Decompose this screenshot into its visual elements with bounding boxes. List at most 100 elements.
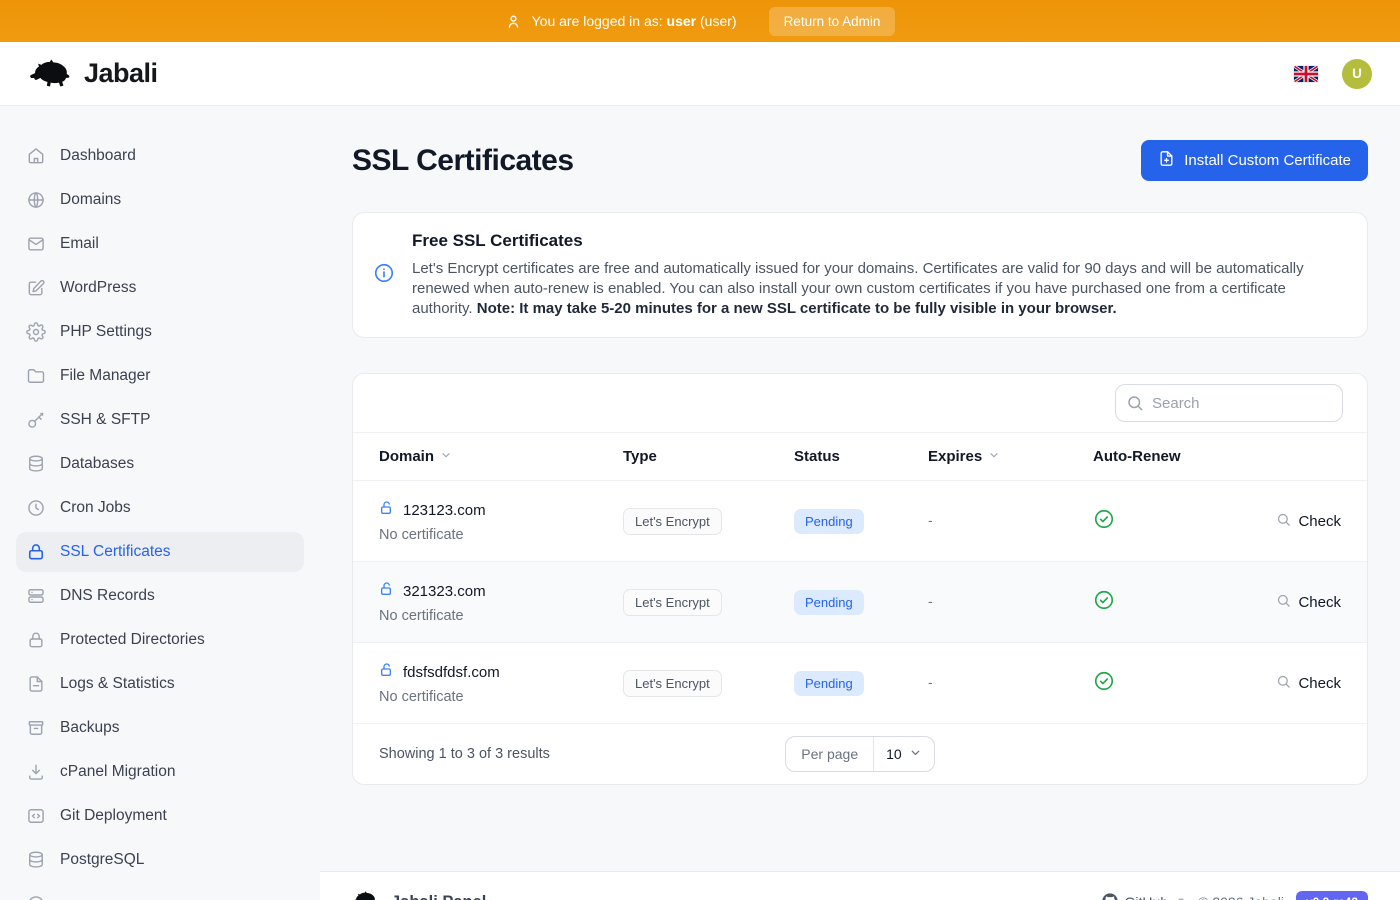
copyright: © 2026 Jabali: [1198, 894, 1284, 900]
mail-icon: [26, 234, 46, 254]
info-card-body: Let's Encrypt certificates are free and …: [412, 259, 1341, 319]
gear-icon: [26, 322, 46, 342]
version-badge: v0.9-rc42: [1296, 891, 1368, 900]
sidebar-item-label: PHP Settings: [60, 323, 152, 341]
certificate-subtext: No certificate: [379, 527, 623, 543]
sidebar-item-label: Backups: [60, 719, 119, 737]
domain-cell: 321323.com No certificate: [379, 581, 623, 624]
uk-flag-icon[interactable]: [1294, 66, 1318, 82]
sidebar-item-protected-directories[interactable]: Protected Directories: [16, 620, 304, 660]
sidebar-item-label: Logs & Statistics: [60, 675, 175, 693]
column-header-type: Type: [623, 448, 794, 465]
sidebar-item-label: WordPress: [60, 279, 136, 297]
type-badge: Let's Encrypt: [623, 670, 722, 697]
globe-icon: [26, 190, 46, 210]
key-icon: [26, 410, 46, 430]
table-row: fdsfsdfdsf.com No certificate Let's Encr…: [353, 643, 1367, 724]
search-input[interactable]: [1115, 384, 1343, 422]
sidebar-item-label: PostgreSQL: [60, 851, 144, 869]
sidebar-item-label: Git Deployment: [60, 807, 167, 825]
impersonation-bar: You are logged in as: user (user) Return…: [0, 0, 1400, 42]
sidebar-item-logs-statistics[interactable]: Logs & Statistics: [16, 664, 304, 704]
brand-name: Jabali: [84, 58, 158, 89]
column-header-expires[interactable]: Expires: [928, 448, 1093, 465]
sidebar-item-cpanel-migration[interactable]: cPanel Migration: [16, 752, 304, 792]
sidebar-item-partial[interactable]: [16, 884, 304, 900]
edit-icon: [26, 278, 46, 298]
app-header: Jabali U: [0, 42, 1400, 106]
main-content: SSL Certificates Install Custom Certific…: [320, 106, 1400, 785]
table-row: 321323.com No certificate Let's Encrypt …: [353, 562, 1367, 643]
sidebar-item-label: DNS Records: [60, 587, 155, 605]
sidebar-item-label: Databases: [60, 455, 134, 473]
status-badge: Pending: [794, 509, 864, 534]
lock-open-icon: [379, 662, 395, 683]
lock-icon: [26, 630, 46, 650]
column-header-domain[interactable]: Domain: [379, 448, 623, 465]
table-row: 123123.com No certificate Let's Encrypt …: [353, 481, 1367, 562]
document-icon: [26, 674, 46, 694]
sidebar-item-label: Dashboard: [60, 147, 136, 165]
install-custom-certificate-button[interactable]: Install Custom Certificate: [1141, 140, 1368, 181]
sidebar-item-cron-jobs[interactable]: Cron Jobs: [16, 488, 304, 528]
archive-icon: [26, 718, 46, 738]
sidebar-item-label: SSL Certificates: [60, 543, 171, 561]
sidebar-item-git-deployment[interactable]: Git Deployment: [16, 796, 304, 836]
sidebar-item-label: File Manager: [60, 367, 150, 385]
sidebar-item-ssl-certificates[interactable]: SSL Certificates: [16, 532, 304, 572]
sidebar-item-file-manager[interactable]: File Manager: [16, 356, 304, 396]
sidebar-item-backups[interactable]: Backups: [16, 708, 304, 748]
auto-renew-check-icon[interactable]: [1093, 679, 1115, 696]
sidebar-item-wordpress[interactable]: WordPress: [16, 268, 304, 308]
chevron-down-icon: [440, 448, 452, 465]
sidebar-item-ssh-sftp[interactable]: SSH & SFTP: [16, 400, 304, 440]
external-link-icon: [1175, 894, 1186, 900]
auto-renew-check-icon[interactable]: [1093, 517, 1115, 534]
sidebar-item-domains[interactable]: Domains: [16, 180, 304, 220]
sidebar-item-postgresql[interactable]: PostgreSQL: [16, 840, 304, 880]
certificates-table-card: Domain Type Status Expires Auto-Renew: [352, 373, 1368, 785]
status-badge: Pending: [794, 590, 864, 615]
sidebar-item-email[interactable]: Email: [16, 224, 304, 264]
lock-open-icon: [379, 581, 395, 602]
free-ssl-info-card: Free SSL Certificates Let's Encrypt cert…: [352, 212, 1368, 338]
search-icon: [1276, 512, 1291, 531]
return-to-admin-button[interactable]: Return to Admin: [769, 7, 896, 36]
check-action[interactable]: Check: [1276, 512, 1341, 531]
avatar[interactable]: U: [1342, 59, 1372, 89]
user-icon: [505, 13, 522, 30]
impersonation-message: You are logged in as: user (user): [532, 13, 737, 29]
clock-icon: [26, 498, 46, 518]
folder-icon: [26, 366, 46, 386]
page-footer: Jabali Panel GitHub © 2026 Jabali v0.9-r…: [320, 871, 1400, 900]
sidebar-item-label: Domains: [60, 191, 121, 209]
info-icon: [373, 262, 395, 289]
circle-icon: [26, 894, 46, 900]
table-footer: Showing 1 to 3 of 3 results Per page 10: [353, 724, 1367, 784]
sidebar: Dashboard Domains Email WordPress PHP Se…: [0, 106, 320, 900]
certificate-subtext: No certificate: [379, 608, 623, 624]
code-icon: [26, 806, 46, 826]
github-icon: [1102, 893, 1118, 900]
per-page-select[interactable]: Per page 10: [785, 736, 934, 772]
sidebar-item-label: Protected Directories: [60, 631, 205, 649]
sidebar-item-databases[interactable]: Databases: [16, 444, 304, 484]
column-header-auto-renew: Auto-Renew: [1093, 448, 1243, 465]
github-link[interactable]: GitHub: [1102, 893, 1187, 900]
auto-renew-check-icon[interactable]: [1093, 598, 1115, 615]
sidebar-item-dashboard[interactable]: Dashboard: [16, 136, 304, 176]
table-header-row: Domain Type Status Expires Auto-Renew: [353, 432, 1367, 481]
footer-brand: Jabali Panel: [391, 893, 486, 900]
boar-logo-icon: [28, 58, 74, 89]
page-title: SSL Certificates: [352, 144, 574, 178]
boar-logo-icon: [352, 890, 379, 900]
file-plus-icon: [1158, 150, 1175, 171]
check-action[interactable]: Check: [1276, 593, 1341, 612]
brand: Jabali: [28, 58, 158, 89]
info-card-title: Free SSL Certificates: [412, 231, 1341, 251]
results-count: Showing 1 to 3 of 3 results: [379, 746, 550, 762]
sidebar-item-dns-records[interactable]: DNS Records: [16, 576, 304, 616]
check-action[interactable]: Check: [1276, 674, 1341, 693]
sidebar-item-php-settings[interactable]: PHP Settings: [16, 312, 304, 352]
search-icon: [1276, 593, 1291, 612]
